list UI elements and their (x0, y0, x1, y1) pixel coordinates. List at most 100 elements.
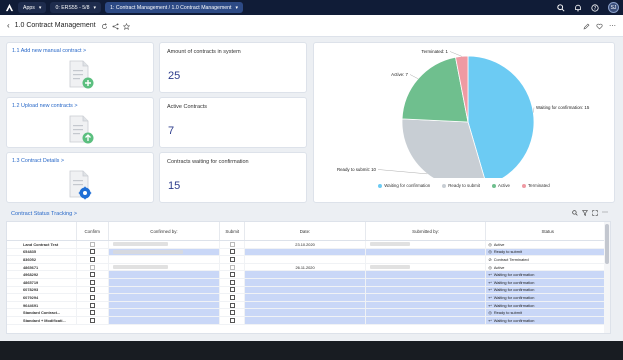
refresh-icon[interactable] (101, 17, 108, 35)
expand-icon[interactable] (592, 203, 598, 221)
apps-menu-button[interactable]: Apps ▾ (18, 2, 47, 13)
confirm-checkbox[interactable] (89, 294, 95, 300)
confirm-checkbox[interactable] (89, 272, 95, 278)
contract-name[interactable]: 4865719 (7, 278, 77, 286)
table-row[interactable]: 6078293 ↩ Waiting for confirmation (7, 286, 610, 295)
submit-checkbox[interactable] (229, 294, 235, 300)
more-options-icon[interactable]: ⋯ (609, 22, 616, 30)
help-icon[interactable]: ? (591, 3, 599, 12)
date-cell (245, 256, 366, 263)
kpi-active-contracts: Active Contracts 7 (159, 97, 307, 148)
add-contract-card[interactable]: 1.1 Add new manual contract > (6, 42, 154, 93)
submit-checkbox[interactable] (229, 302, 235, 308)
upload-contracts-link[interactable]: 1.2 Upload new contracts > (12, 103, 77, 109)
status-icon: ◎ (488, 249, 492, 255)
legend-item[interactable]: Waiting for confirmation (378, 183, 430, 188)
table-header: Confirm Confirmed by: Submit Date: Submi… (7, 222, 610, 241)
contract-name[interactable]: 4865671 (7, 263, 77, 271)
submit-checkbox[interactable] (229, 249, 235, 255)
filter-icon[interactable] (582, 203, 588, 221)
table-row[interactable]: 4865671 26.11.2020 ◎ Active (7, 263, 610, 272)
add-contract-link[interactable]: 1.1 Add new manual contract > (12, 48, 86, 54)
breadcrumb-tab[interactable]: 1: Contract Management / 1.0 Contract Ma… (105, 2, 244, 13)
bell-icon[interactable] (574, 4, 582, 12)
confirm-checkbox[interactable] (89, 256, 95, 262)
table-row[interactable]: Standard + Modificati... ↩ Waiting for con… (7, 316, 610, 325)
kpi-title: Contracts waiting for confirmation (167, 159, 249, 165)
search-icon[interactable] (557, 3, 565, 12)
contract-name[interactable]: 4968292 (7, 271, 77, 278)
star-icon[interactable] (122, 17, 130, 35)
submit-checkbox[interactable] (229, 310, 235, 316)
table-row[interactable]: 4865719 ↩ Waiting for confirmation (7, 278, 610, 287)
kpi-total-contracts: Amount of contracts in system 25 (159, 42, 307, 93)
table-row[interactable]: 654835 ◎ Ready to submit (7, 248, 610, 257)
confirmed-by-cell (108, 316, 221, 324)
contract-name[interactable]: 6079294 (7, 294, 77, 301)
submit-checkbox[interactable] (229, 264, 235, 270)
confirm-checkbox[interactable] (89, 279, 95, 285)
contract-status-tracking-title[interactable]: Contract Status Tracking > (11, 211, 77, 217)
confirm-checkbox[interactable] (89, 302, 95, 308)
share-icon[interactable] (112, 17, 119, 35)
submit-checkbox[interactable] (229, 279, 235, 285)
status-cell: ↩ Waiting for confirmation (486, 286, 610, 294)
confirm-cell (77, 241, 109, 248)
contract-name[interactable]: Standard Contract... (7, 309, 77, 316)
confirm-checkbox[interactable] (89, 249, 95, 255)
user-avatar[interactable]: SJ (608, 2, 619, 13)
breadcrumb-label: 1: Contract Management / 1.0 Contract Ma… (110, 4, 232, 11)
table-row[interactable]: 9644691 ↩ Waiting for confirmation (7, 301, 610, 310)
confirm-checkbox[interactable] (89, 264, 95, 270)
contract-name[interactable]: 836052 (7, 256, 77, 263)
contract-details-link[interactable]: 1.3 Contract Details > (12, 158, 64, 164)
table-scrollbar[interactable] (604, 222, 610, 333)
upload-contracts-card[interactable]: 1.2 Upload new contracts > (6, 97, 154, 148)
submit-cell (220, 294, 246, 301)
status-label: Waiting for confirmation (493, 317, 535, 323)
confirm-checkbox[interactable] (89, 287, 95, 293)
confirmed-by-cell (108, 248, 221, 256)
table-row[interactable]: Standard Contract... ◎ Ready to submit (7, 309, 610, 317)
date-cell (245, 278, 366, 286)
system-selector[interactable]: 0: ERS55 - 5/8 ▾ (50, 2, 102, 13)
status-pie-chart: Waiting for confirmation: 15 Ready to sub… (337, 49, 590, 178)
confirm-checkbox[interactable] (89, 241, 95, 247)
heart-icon[interactable] (596, 17, 603, 35)
contract-name[interactable]: Standard + Modificati... (7, 316, 77, 324)
submit-checkbox[interactable] (229, 317, 235, 323)
confirm-checkbox[interactable] (89, 310, 95, 316)
submit-checkbox[interactable] (229, 287, 235, 293)
table-toolbar: ⋯ (572, 203, 608, 221)
contract-name[interactable]: 654835 (7, 248, 77, 256)
table-row[interactable]: 836052 ⊘ Contract Terminated (7, 256, 610, 264)
leader-line (409, 74, 419, 79)
contract-name[interactable]: 9644691 (7, 301, 77, 309)
confirm-checkbox[interactable] (89, 317, 95, 323)
legend-item[interactable]: Ready to submit (442, 183, 480, 188)
search-icon[interactable] (572, 203, 578, 221)
app-logo-icon[interactable] (4, 3, 14, 13)
submit-checkbox[interactable] (229, 256, 235, 262)
submit-checkbox[interactable] (229, 241, 235, 247)
table-row[interactable]: 4968292 ↩ Waiting for confirmation (7, 271, 610, 279)
status-cell: ◎ Ready to submit (486, 248, 610, 256)
submitted-by-cell (365, 278, 487, 286)
more-options-icon[interactable]: ⋯ (602, 209, 608, 216)
date-cell (245, 309, 366, 316)
kpi-value: 15 (168, 180, 181, 192)
submit-checkbox[interactable] (229, 272, 235, 278)
chevron-left-icon[interactable]: ‹ (7, 21, 10, 30)
date-cell: 23.10.2020 (245, 241, 366, 248)
data-label: Waiting for confirmation: 15 (536, 105, 590, 110)
table-row[interactable]: Land Contract Test 23.10.2020 ◎ Active (7, 241, 610, 249)
legend-item[interactable]: Terminated (521, 183, 550, 188)
scrollbar-thumb[interactable] (605, 224, 609, 264)
edit-icon[interactable] (583, 17, 590, 35)
table-row[interactable]: 6079294 ↩ Waiting for confirmation (7, 294, 610, 302)
contract-name[interactable]: 6078293 (7, 286, 77, 294)
contract-details-card[interactable]: 1.3 Contract Details > (6, 152, 154, 203)
contract-name[interactable]: Land Contract Test (7, 241, 77, 248)
confirm-cell (77, 271, 109, 278)
legend-item[interactable]: Active (492, 183, 510, 188)
